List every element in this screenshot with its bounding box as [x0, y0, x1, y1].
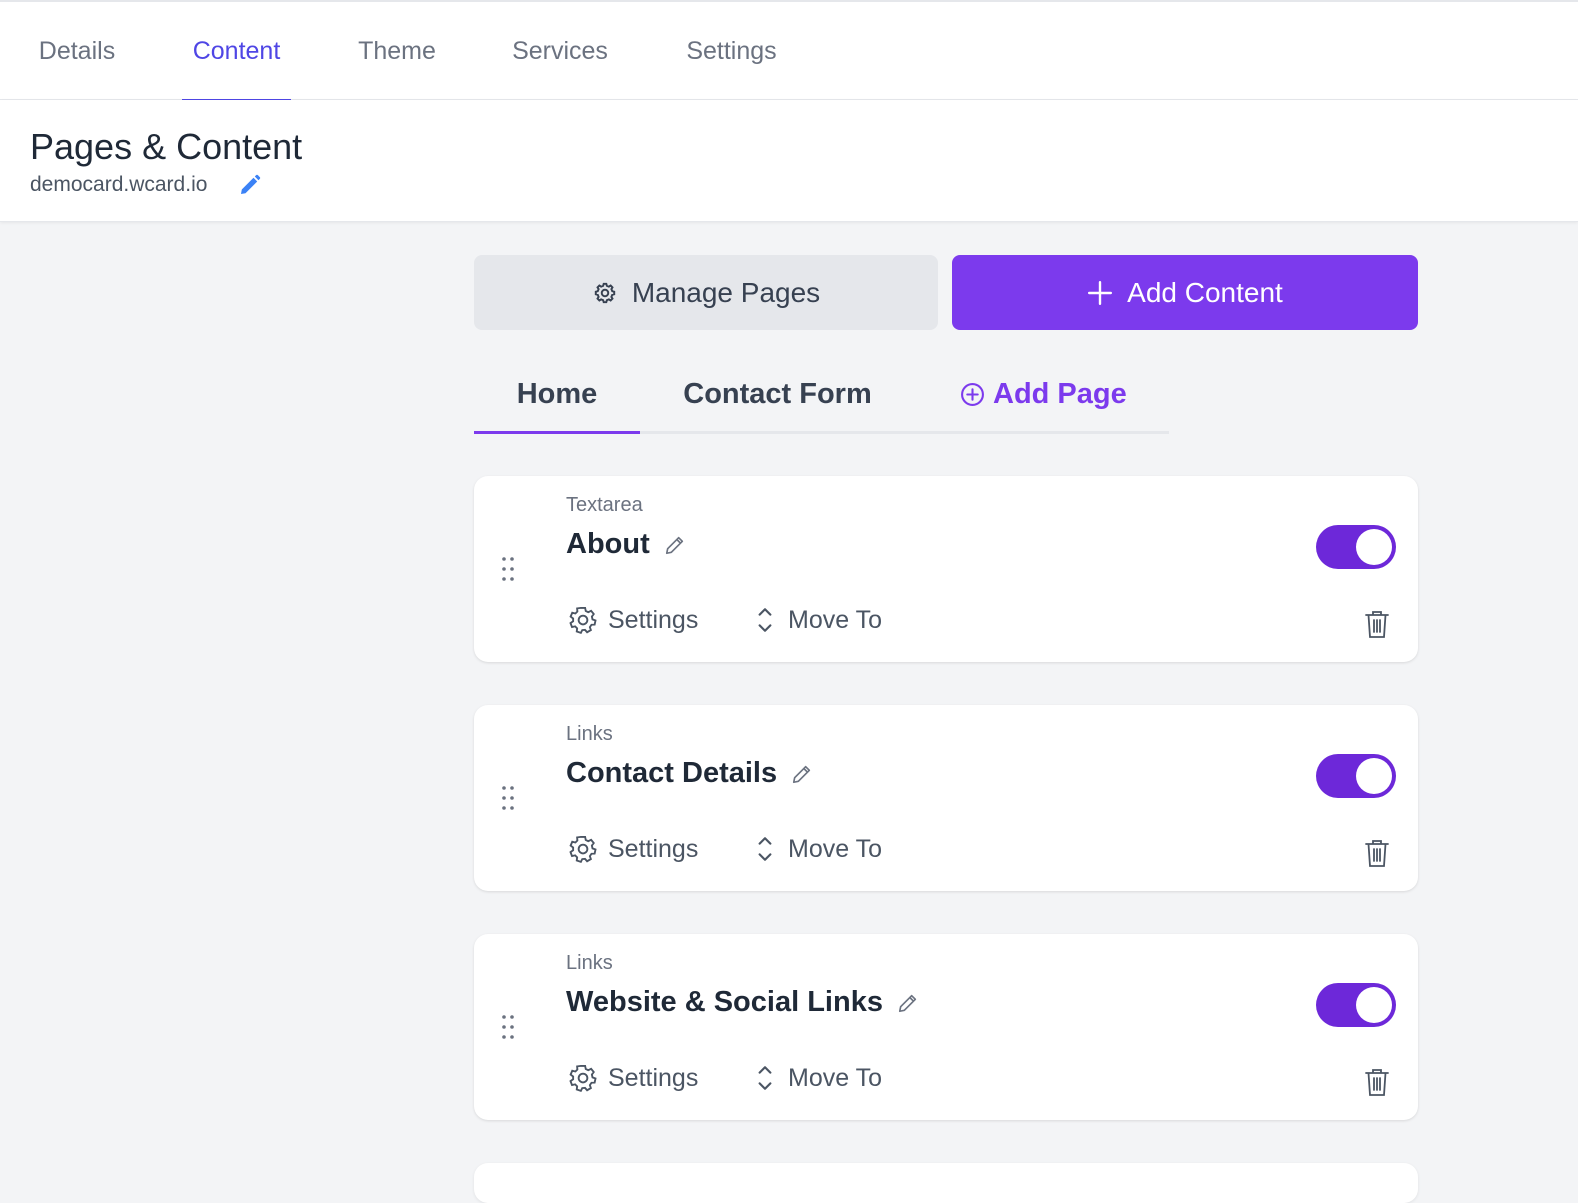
- settings-button[interactable]: Settings: [568, 834, 698, 864]
- drag-handle-icon[interactable]: [500, 556, 516, 582]
- add-content-label: Add Content: [1127, 276, 1283, 308]
- visibility-toggle[interactable]: [1316, 754, 1396, 798]
- trash-icon[interactable]: [1364, 838, 1390, 868]
- content-block-partial: [474, 1163, 1418, 1203]
- manage-pages-button[interactable]: Manage Pages: [474, 255, 938, 330]
- content-block: Textarea About Settings Move To: [474, 476, 1418, 662]
- page-tabs: Home Contact Form Add Page: [474, 362, 1169, 434]
- manage-pages-label: Manage Pages: [631, 276, 821, 308]
- content-block: Links Website & Social Links Settings Mo…: [474, 934, 1418, 1120]
- settings-label: Settings: [608, 1063, 699, 1092]
- move-to-label: Move To: [788, 834, 883, 863]
- tab-settings[interactable]: Settings: [676, 2, 787, 101]
- move-to-button[interactable]: Move To: [752, 834, 882, 864]
- gear-icon: [569, 606, 597, 635]
- page-tab-contact-form[interactable]: Contact Form: [669, 362, 886, 431]
- page-tab-home[interactable]: Home: [474, 362, 640, 434]
- tab-theme[interactable]: Theme: [350, 2, 444, 101]
- visibility-toggle[interactable]: [1316, 983, 1396, 1027]
- page-header: Pages & Content democard.wcard.io: [0, 100, 1578, 222]
- move-to-button[interactable]: Move To: [752, 1063, 882, 1093]
- settings-button[interactable]: Settings: [568, 1063, 698, 1093]
- trash-icon[interactable]: [1364, 1067, 1390, 1097]
- top-nav: Details Content Theme Services Settings: [0, 0, 1578, 102]
- drag-handle-icon[interactable]: [500, 785, 516, 811]
- plus-circle-icon: [961, 382, 984, 406]
- add-page-label: Add Page: [993, 377, 1127, 410]
- move-to-button[interactable]: Move To: [752, 605, 882, 635]
- plus-icon: [1088, 280, 1113, 305]
- move-to-label: Move To: [788, 1063, 883, 1092]
- toggle-knob: [1356, 529, 1392, 565]
- pencil-icon[interactable]: [897, 992, 919, 1014]
- pencil-icon[interactable]: [664, 534, 686, 556]
- content-title: Contact Details: [566, 757, 778, 789]
- drag-handle-icon[interactable]: [500, 1014, 516, 1040]
- settings-button[interactable]: Settings: [568, 605, 698, 635]
- tab-content[interactable]: Content: [182, 2, 291, 102]
- page-title: Pages & Content: [30, 126, 303, 167]
- subdomain-text: democard.wcard.io: [30, 173, 208, 196]
- visibility-toggle[interactable]: [1316, 525, 1396, 569]
- gear-icon: [569, 1064, 597, 1093]
- add-content-button[interactable]: Add Content: [952, 255, 1418, 330]
- settings-label: Settings: [608, 834, 699, 863]
- toggle-knob: [1356, 758, 1392, 794]
- settings-label: Settings: [608, 605, 699, 634]
- gear-icon: [569, 835, 597, 864]
- pencil-icon[interactable]: [791, 763, 813, 785]
- content-type-label: Links: [566, 952, 613, 974]
- gear-icon: [594, 282, 615, 303]
- chevron-up-down-icon: [758, 1066, 772, 1090]
- content-block: Links Contact Details Settings Move To: [474, 705, 1418, 891]
- content-title: About: [566, 528, 650, 560]
- content-type-label: Textarea: [566, 494, 643, 516]
- chevron-up-down-icon: [758, 608, 772, 632]
- trash-icon[interactable]: [1364, 609, 1390, 639]
- move-to-label: Move To: [788, 605, 883, 634]
- chevron-up-down-icon: [758, 837, 772, 861]
- content-title: Website & Social Links: [566, 986, 883, 1018]
- tab-services[interactable]: Services: [503, 2, 617, 101]
- toggle-knob: [1356, 987, 1392, 1023]
- pencil-icon[interactable]: [238, 173, 262, 197]
- content-type-label: Links: [566, 723, 613, 745]
- tab-details[interactable]: Details: [30, 2, 124, 101]
- add-page-button[interactable]: Add Page: [960, 362, 1127, 426]
